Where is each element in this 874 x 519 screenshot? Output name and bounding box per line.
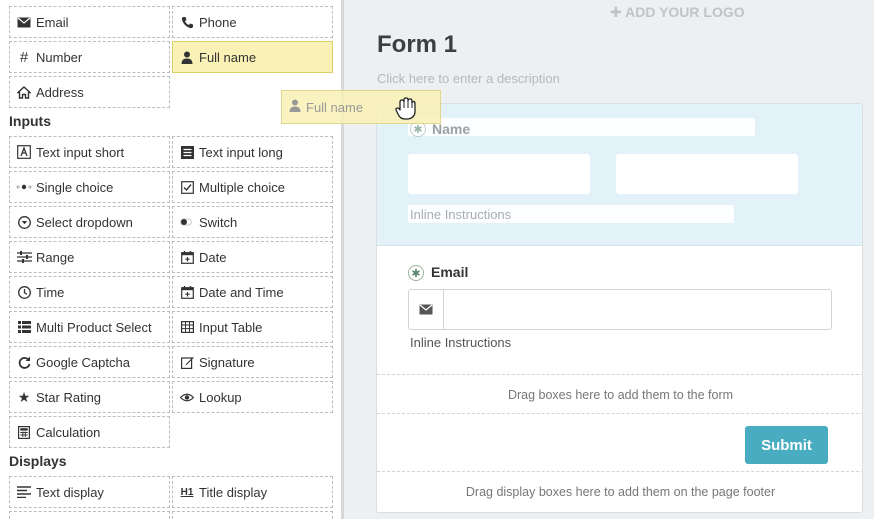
- table-icon: [179, 321, 195, 333]
- grab-cursor-icon: [394, 95, 418, 121]
- field-input-table[interactable]: Input Table: [172, 311, 333, 343]
- phone-icon: [179, 16, 195, 29]
- add-logo-label: ADD YOUR LOGO: [625, 4, 745, 20]
- field-label: Select dropdown: [36, 214, 133, 230]
- field-single-choice[interactable]: Single choice: [9, 171, 170, 203]
- add-logo-button[interactable]: ✚ ADD YOUR LOGO: [610, 4, 745, 21]
- field-full-name[interactable]: Full name: [172, 41, 333, 73]
- field-label: Time: [36, 284, 65, 300]
- envelope-icon: [16, 17, 32, 28]
- field-multiple-choice[interactable]: Multiple choice: [172, 171, 333, 203]
- displays-heading: Displays: [9, 453, 67, 469]
- list-icon: [16, 321, 32, 333]
- field-star-rating[interactable]: ★ Star Rating: [9, 381, 170, 413]
- field-label: Calculation: [36, 424, 101, 440]
- field-label: Multiple choice: [199, 179, 285, 195]
- hash-icon: #: [19, 48, 29, 66]
- field-label: Full name: [199, 49, 257, 65]
- calculator-icon: [16, 425, 32, 439]
- field-label: Text input short: [36, 144, 125, 160]
- last-name-input[interactable]: [616, 154, 798, 194]
- field-label: Date: [199, 249, 227, 265]
- field-label: Multi Product Select: [36, 319, 152, 335]
- heading-icon: H1: [180, 486, 194, 498]
- email-field-instructions: Inline Instructions: [410, 335, 512, 350]
- clock-icon: [16, 285, 32, 299]
- field-number[interactable]: # Number: [9, 41, 170, 73]
- checkbox-icon: [179, 180, 195, 194]
- form-card: ✱ Name Inline Instructions ✱ Email Inlin…: [376, 103, 863, 513]
- email-field-label: Email: [431, 264, 469, 280]
- field-multi-product-select[interactable]: Multi Product Select: [9, 311, 170, 343]
- plus-icon: ✚: [610, 4, 622, 20]
- footer-drop-zone[interactable]: Drag display boxes here to add them on t…: [377, 471, 862, 512]
- field-google-captcha[interactable]: Google Captcha: [9, 346, 170, 378]
- field-partial-next-row[interactable]: [172, 511, 333, 519]
- field-label: Text input long: [199, 144, 283, 160]
- field-label: Title display: [199, 484, 268, 500]
- text-a-icon: [16, 145, 32, 159]
- edit-icon: [179, 356, 195, 369]
- home-icon: [16, 85, 32, 99]
- inputs-heading: Inputs: [9, 113, 51, 129]
- field-label: Text display: [36, 484, 104, 500]
- field-time[interactable]: Time: [9, 276, 170, 308]
- field-address[interactable]: Address: [9, 76, 170, 108]
- field-text-display[interactable]: Text display: [9, 476, 170, 508]
- envelope-icon: [409, 290, 444, 329]
- field-email[interactable]: Email: [9, 6, 170, 38]
- toggle-icon: [179, 218, 195, 226]
- field-label: Number: [36, 49, 83, 65]
- field-label: Address: [36, 84, 84, 100]
- user-icon: [179, 51, 195, 64]
- dragged-field-label: Full name: [306, 99, 364, 115]
- field-switch[interactable]: Switch: [172, 206, 333, 238]
- field-date[interactable]: Date: [172, 241, 333, 273]
- field-partial-next-row[interactable]: [9, 511, 170, 519]
- field-label: Star Rating: [36, 389, 102, 405]
- field-label: Range: [36, 249, 75, 265]
- required-icon: ✱: [408, 265, 424, 281]
- align-left-icon: [16, 486, 32, 498]
- field-label: Email: [36, 14, 69, 30]
- field-phone[interactable]: Phone: [172, 6, 333, 38]
- field-label: Switch: [199, 214, 238, 230]
- form-description[interactable]: Click here to enter a description: [377, 71, 560, 86]
- field-calculation[interactable]: Calculation: [9, 416, 170, 448]
- field-signature[interactable]: Signature: [172, 346, 333, 378]
- name-field-instructions: Inline Instructions: [410, 207, 512, 222]
- field-label: Date and Time: [199, 284, 284, 300]
- calendar-icon: [179, 250, 195, 264]
- field-date-and-time[interactable]: Date and Time: [172, 276, 333, 308]
- form-canvas: ✚ ADD YOUR LOGO Form 1 Click here to ent…: [344, 0, 874, 519]
- dropdown-circle-icon: [16, 215, 32, 229]
- field-label: Google Captcha: [36, 354, 130, 370]
- eye-icon: [179, 393, 195, 402]
- text-block-icon: [179, 145, 195, 159]
- field-palette-sidebar: Email Phone # Number Full name Address I…: [0, 0, 341, 519]
- email-input[interactable]: [408, 289, 832, 330]
- field-text-input-long[interactable]: Text input long: [172, 136, 333, 168]
- field-label: Signature: [199, 354, 255, 370]
- star-icon: ★: [17, 388, 31, 405]
- user-icon: [289, 99, 301, 115]
- field-label: Phone: [199, 14, 237, 30]
- name-field-section[interactable]: ✱ Name Inline Instructions: [377, 104, 862, 246]
- calendar-plus-icon: [179, 285, 195, 299]
- field-label: Input Table: [199, 319, 263, 335]
- form-drop-zone[interactable]: Drag boxes here to add them to the form: [377, 374, 862, 413]
- radio-dots-icon: [16, 184, 32, 190]
- refresh-icon: [16, 356, 32, 369]
- field-label: Single choice: [36, 179, 114, 195]
- field-text-input-short[interactable]: Text input short: [9, 136, 170, 168]
- field-range[interactable]: Range: [9, 241, 170, 273]
- first-name-input[interactable]: [408, 154, 590, 194]
- field-title-display[interactable]: H1 Title display: [172, 476, 333, 508]
- submit-button[interactable]: Submit: [745, 426, 828, 464]
- field-select-dropdown[interactable]: Select dropdown: [9, 206, 170, 238]
- sliders-icon: [16, 251, 32, 263]
- field-lookup[interactable]: Lookup: [172, 381, 333, 413]
- form-title[interactable]: Form 1: [377, 31, 457, 59]
- field-label: Lookup: [199, 389, 242, 405]
